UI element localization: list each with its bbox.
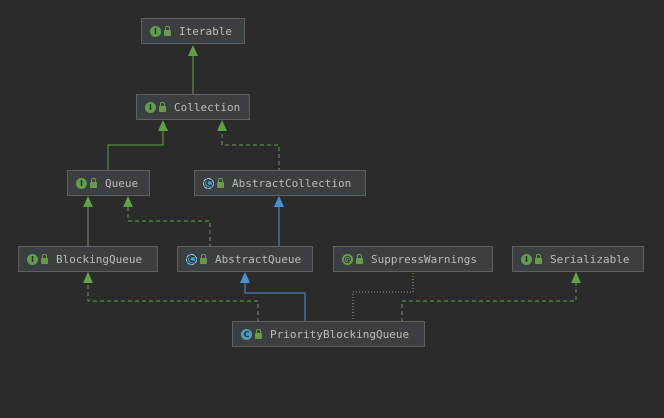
node-label: AbstractCollection <box>232 176 352 190</box>
interface-icon: I <box>521 253 532 265</box>
edge-blockingqueue-queue <box>83 196 93 248</box>
edge-pbq-blockingqueue <box>83 272 259 322</box>
interface-icon: I <box>27 253 38 265</box>
node-label: AbstractQueue <box>215 252 302 266</box>
edge-collection-iterable <box>188 45 198 95</box>
edge-pbq-suppresswarnings <box>352 272 414 322</box>
class-icon: C <box>241 328 252 340</box>
node-label: Iterable <box>179 24 232 38</box>
edge-abstractcollection-collection <box>217 120 280 172</box>
abstract-class-icon: C <box>203 177 214 189</box>
node-abstractcollection[interactable]: C AbstractCollection <box>194 170 366 196</box>
lock-icon <box>217 178 224 188</box>
lock-icon <box>200 254 207 264</box>
edge-pbq-serializable <box>401 272 581 322</box>
node-label: Queue <box>105 176 139 190</box>
node-label: Serializable <box>550 252 630 266</box>
node-label: PriorityBlockingQueue <box>270 327 410 341</box>
lock-icon <box>164 26 171 36</box>
edge-queue-collection <box>107 120 168 172</box>
node-priorityblockingqueue[interactable]: C PriorityBlockingQueue <box>232 321 425 347</box>
edge-pbq-abstractqueue <box>240 272 306 322</box>
lock-icon <box>356 254 363 264</box>
node-label: SuppressWarnings <box>371 252 477 266</box>
lock-icon <box>41 254 48 264</box>
lock-icon <box>255 329 262 339</box>
diagram-canvas: I Iterable I Collection I Queue C Abstra… <box>0 0 664 418</box>
node-label: Collection <box>174 100 241 114</box>
node-serializable[interactable]: I Serializable <box>512 246 644 272</box>
node-suppresswarnings[interactable]: @ SuppressWarnings <box>333 246 493 272</box>
node-queue[interactable]: I Queue <box>67 170 150 196</box>
lock-icon <box>90 178 97 188</box>
node-label: BlockingQueue <box>56 252 143 266</box>
abstract-class-icon: C <box>186 253 197 265</box>
node-blockingqueue[interactable]: I BlockingQueue <box>18 246 158 272</box>
node-iterable[interactable]: I Iterable <box>141 18 245 44</box>
interface-icon: I <box>76 177 87 189</box>
interface-icon: I <box>150 25 161 37</box>
lock-icon <box>535 254 542 264</box>
edges-layer <box>83 45 581 322</box>
edge-abstractqueue-queue <box>123 196 211 248</box>
node-abstractqueue[interactable]: C AbstractQueue <box>177 246 313 272</box>
lock-icon <box>159 102 166 112</box>
annotation-icon: @ <box>342 253 353 265</box>
edge-abstractqueue-abstractcollection <box>274 196 284 248</box>
interface-icon: I <box>145 101 156 113</box>
node-collection[interactable]: I Collection <box>136 94 250 120</box>
